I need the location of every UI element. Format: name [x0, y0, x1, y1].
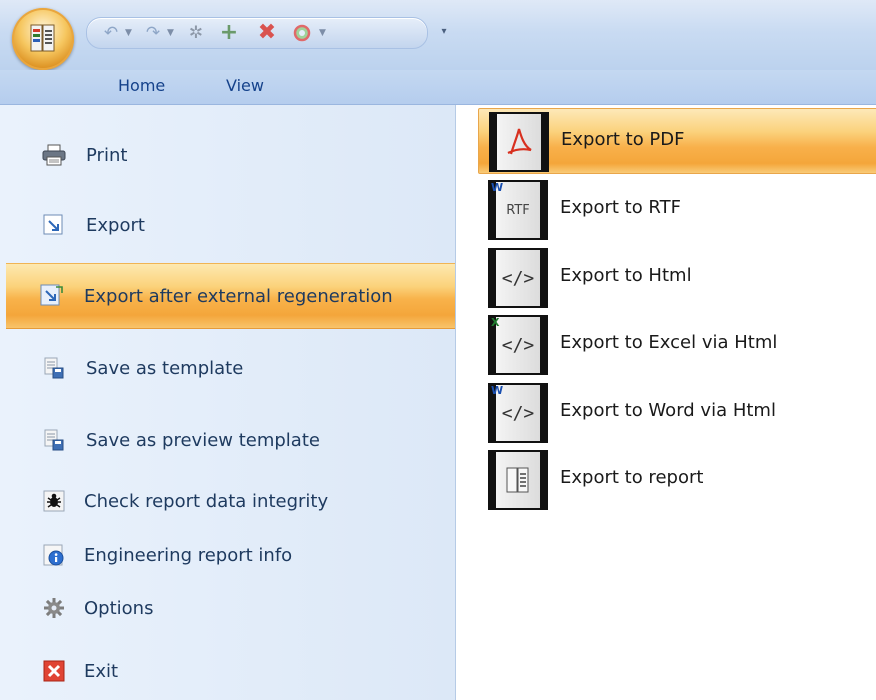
- menu-label: Check report data integrity: [84, 490, 329, 512]
- info-icon: [42, 543, 66, 567]
- redo-icon[interactable]: ↷: [143, 22, 163, 44]
- menu-item-engineering-report-info[interactable]: Engineering report info: [8, 533, 453, 577]
- submenu-item-export-to-html[interactable]: </> Export to Html: [478, 245, 876, 309]
- menu-item-export-after-external-regeneration[interactable]: Export after external regeneration: [6, 263, 455, 329]
- tab-home[interactable]: Home: [118, 72, 165, 100]
- menu-label: Engineering report info: [84, 544, 293, 566]
- word-badge-icon: W: [491, 384, 504, 397]
- menu-label: Print: [86, 144, 128, 166]
- submenu-label: Export to Excel via Html: [560, 332, 778, 353]
- submenu-item-export-to-excel-via-html[interactable]: </> X Export to Excel via Html: [478, 312, 876, 376]
- submenu-label: Export to RTF: [560, 197, 681, 218]
- menu-item-save-as-preview-template[interactable]: Save as preview template: [8, 418, 453, 462]
- html-icon: </>: [488, 248, 548, 308]
- quick-access-toolbar: ↶ ▼ ↷ ▼ ✲ + ✖ ▼: [86, 17, 428, 49]
- refresh-icon[interactable]: [291, 22, 313, 44]
- menu-item-export[interactable]: Export: [8, 203, 453, 247]
- menu-label: Save as preview template: [86, 429, 320, 451]
- application-menu: Print Export Export after external regen…: [0, 105, 456, 700]
- export-icon: [42, 213, 66, 237]
- word-badge-icon: W: [491, 181, 504, 194]
- excel-badge-icon: X: [491, 316, 500, 329]
- title-bar: ↶ ▼ ↷ ▼ ✲ + ✖ ▼ ▾: [0, 0, 876, 70]
- word-html-icon: </> W: [488, 383, 548, 443]
- bug-icon: [42, 489, 66, 513]
- report-icon: [488, 450, 548, 510]
- ribbon-tabs: Home View: [0, 70, 876, 105]
- delete-icon[interactable]: ✖: [255, 22, 279, 44]
- application-menu-button[interactable]: [12, 8, 74, 70]
- submenu-item-export-to-pdf[interactable]: Export to PDF: [478, 108, 876, 174]
- gear-icon: [42, 596, 66, 620]
- settings-icon[interactable]: ✲: [185, 22, 207, 44]
- menu-item-print[interactable]: Print: [8, 133, 453, 177]
- add-icon[interactable]: +: [217, 22, 241, 44]
- redo-dropdown-icon[interactable]: ▼: [167, 22, 174, 44]
- menu-label: Export after external regeneration: [84, 285, 393, 307]
- customize-toolbar-icon[interactable]: ▾: [437, 24, 451, 40]
- save-preview-template-icon: [42, 428, 66, 452]
- submenu-item-export-to-rtf[interactable]: RTF W Export to RTF: [478, 177, 876, 241]
- menu-item-exit[interactable]: Exit: [8, 649, 453, 693]
- app-logo-icon: [30, 24, 55, 52]
- excel-html-icon: </> X: [488, 315, 548, 375]
- menu-item-check-report-data-integrity[interactable]: Check report data integrity: [8, 479, 453, 523]
- pdf-icon: [489, 112, 549, 172]
- export-regenerate-icon: [40, 284, 64, 308]
- menu-item-options[interactable]: Options: [8, 586, 453, 630]
- tab-view[interactable]: View: [226, 72, 264, 100]
- export-submenu: Export to PDF RTF W Export to RTF </> Ex…: [456, 105, 876, 700]
- submenu-label: Export to Html: [560, 265, 692, 286]
- exit-icon: [42, 659, 66, 683]
- submenu-item-export-to-word-via-html[interactable]: </> W Export to Word via Html: [478, 380, 876, 444]
- menu-label: Exit: [84, 660, 119, 682]
- rtf-icon: RTF W: [488, 180, 548, 240]
- save-template-icon: [42, 356, 66, 380]
- submenu-label: Export to Word via Html: [560, 400, 776, 421]
- menu-label: Export: [86, 214, 145, 236]
- menu-label: Save as template: [86, 357, 244, 379]
- menu-label: Options: [84, 597, 154, 619]
- undo-icon[interactable]: ↶: [101, 22, 121, 44]
- refresh-dropdown-icon[interactable]: ▼: [319, 22, 326, 44]
- submenu-label: Export to PDF: [561, 129, 685, 150]
- submenu-item-export-to-report[interactable]: Export to report: [478, 447, 876, 511]
- printer-icon: [42, 143, 66, 167]
- undo-dropdown-icon[interactable]: ▼: [125, 22, 132, 44]
- menu-item-save-as-template[interactable]: Save as template: [8, 346, 453, 390]
- submenu-label: Export to report: [560, 467, 704, 488]
